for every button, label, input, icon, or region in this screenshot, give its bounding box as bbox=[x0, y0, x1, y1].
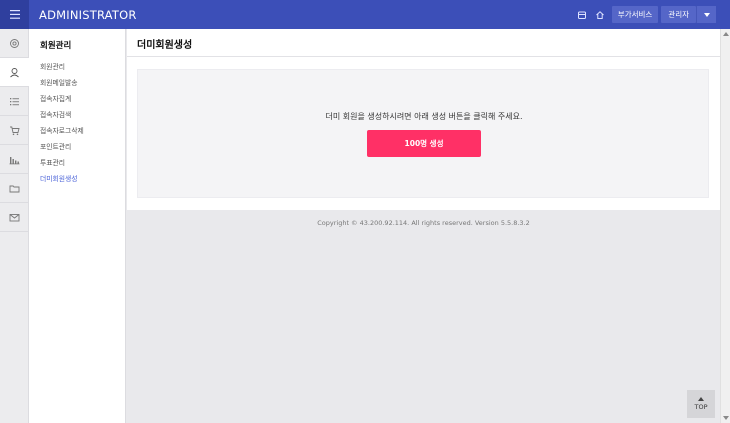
top-bar: ADMINISTRATOR 부가서비스 관리자 bbox=[0, 0, 730, 29]
submenu-item-member-manage[interactable]: 회원관리 bbox=[40, 59, 125, 75]
copyright-text: Copyright © 43.200.92.114. All rights re… bbox=[317, 219, 530, 227]
brand-title[interactable]: ADMINISTRATOR bbox=[39, 8, 137, 22]
list-icon bbox=[10, 97, 19, 105]
instruction-text: 더미 회원을 생성하시려면 아래 생성 버튼을 클릭해 주세요. bbox=[325, 112, 523, 121]
member-icon bbox=[10, 67, 19, 77]
menu-icon bbox=[9, 10, 20, 19]
home-icon[interactable] bbox=[591, 5, 609, 24]
rail-files[interactable] bbox=[0, 174, 29, 203]
submenu-item-poll-manage[interactable]: 투표관리 bbox=[40, 155, 125, 171]
submenu-item-point-manage[interactable]: 포인트관리 bbox=[40, 139, 125, 155]
chevron-down-icon bbox=[703, 12, 710, 17]
scroll-to-top-button[interactable]: TOP bbox=[687, 390, 715, 418]
page-title: 더미회원생성 bbox=[137, 40, 193, 51]
submenu-item-visit-stats[interactable]: 접속자집계 bbox=[40, 91, 125, 107]
rail-settings[interactable] bbox=[0, 29, 29, 58]
rail-board[interactable] bbox=[0, 87, 29, 116]
folder-icon bbox=[9, 185, 20, 192]
chart-icon bbox=[9, 156, 20, 164]
submenu-title: 회원관리 bbox=[40, 41, 72, 51]
submenu-item-visit-log-delete[interactable]: 접속자로그삭제 bbox=[40, 123, 125, 139]
cart-icon bbox=[10, 126, 20, 135]
scroll-down-arrow-icon[interactable] bbox=[723, 416, 729, 420]
submenu-item-visit-search[interactable]: 접속자검색 bbox=[40, 107, 125, 123]
member-submenu: 회원관리 회원관리 회원메일발송 접속자집계 접속자검색 접속자로그삭제 포인트… bbox=[29, 29, 126, 423]
top-right-controls: 부가서비스 관리자 bbox=[573, 5, 716, 24]
rail-shop[interactable] bbox=[0, 116, 29, 145]
page-scrollbar[interactable] bbox=[720, 29, 730, 423]
submenu-item-dummy-member[interactable]: 더미회원생성 bbox=[40, 171, 125, 187]
create-100-members-button[interactable]: 100명 생성 bbox=[367, 130, 481, 157]
admin-menu-button[interactable]: 관리자 bbox=[661, 6, 696, 23]
rail-member[interactable] bbox=[0, 58, 29, 87]
icon-rail bbox=[0, 29, 29, 423]
rail-mail[interactable] bbox=[0, 203, 29, 232]
page-header: 더미회원생성 bbox=[127, 29, 720, 57]
submenu-item-member-mail[interactable]: 회원메일발송 bbox=[40, 75, 125, 91]
arrow-up-icon bbox=[698, 397, 704, 401]
addon-service-button[interactable]: 부가서비스 bbox=[611, 6, 659, 23]
dummy-member-panel: 더미 회원을 생성하시려면 아래 생성 버튼을 클릭해 주세요. 100명 생성 bbox=[137, 69, 709, 198]
mail-icon bbox=[9, 213, 20, 221]
scroll-up-arrow-icon[interactable] bbox=[723, 32, 729, 36]
shop-icon[interactable] bbox=[573, 5, 591, 24]
rail-statistics[interactable] bbox=[0, 145, 29, 174]
menu-toggle-button[interactable] bbox=[0, 0, 29, 29]
admin-dropdown-toggle[interactable] bbox=[696, 6, 716, 23]
main-content: 더미 회원을 생성하시려면 아래 생성 버튼을 클릭해 주세요. 100명 생성 bbox=[127, 57, 720, 210]
top-label: TOP bbox=[694, 403, 708, 411]
settings-icon bbox=[10, 38, 19, 48]
